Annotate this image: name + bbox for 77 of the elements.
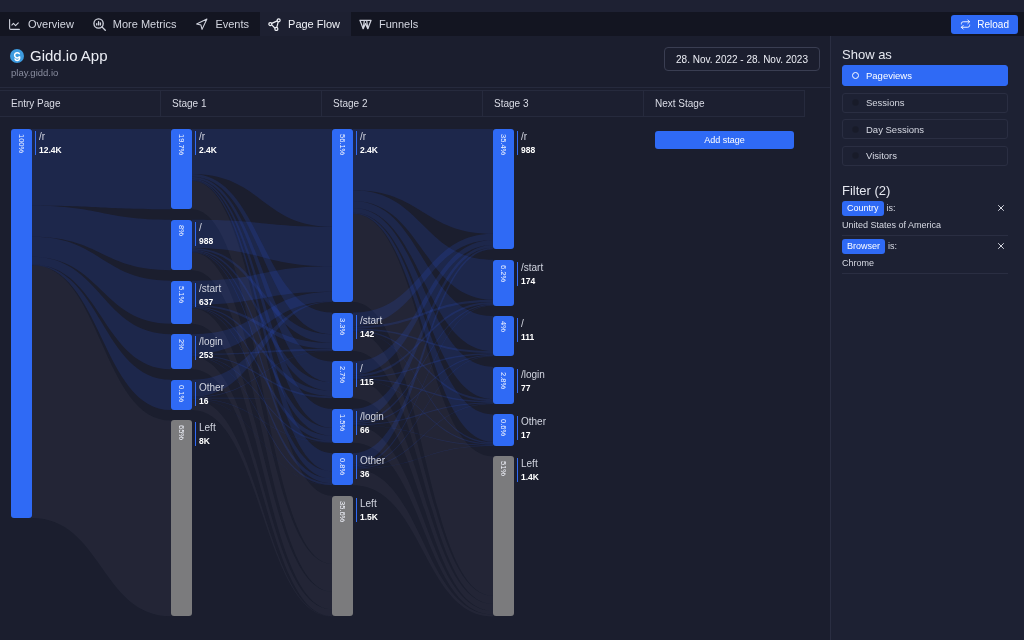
filter-field-tag: Country <box>842 200 884 216</box>
node-count: 2.4K <box>199 145 217 155</box>
node-label: / <box>360 363 364 376</box>
node-count: 17 <box>521 430 532 441</box>
repeat-arrows-icon <box>960 18 972 30</box>
filter-field-tag: Browser <box>842 238 885 254</box>
node-label: Other <box>199 381 224 394</box>
node-count: 1.4K <box>521 472 539 483</box>
stage-header: Stage 1 <box>161 90 322 117</box>
node-count: 12.4K <box>39 145 62 155</box>
nav-tab[interactable]: Page Flow <box>260 12 352 36</box>
filter-operator: is: <box>886 203 896 213</box>
stage-header: Entry Page <box>0 90 161 117</box>
remove-filter-button[interactable] <box>996 241 1006 251</box>
app-domain: play.gidd.io <box>10 67 60 78</box>
nav-tab[interactable]: Funnels <box>351 12 430 36</box>
filter-operator: is: <box>888 241 897 251</box>
node-count: 142 <box>360 328 376 339</box>
date-range-button[interactable]: 28. Nov. 2022 - 28. Nov. 2023 <box>664 47 820 71</box>
stage-header: Stage 2 <box>322 90 483 117</box>
line-chart-icon <box>8 17 21 31</box>
node-label: /r <box>199 131 207 143</box>
node-count: 1.5K <box>360 511 378 522</box>
node-label: /start <box>360 314 383 327</box>
reload-button[interactable]: Reload <box>951 14 1018 34</box>
node-label: Other <box>360 455 385 468</box>
stage-header: Stage 3 <box>483 90 644 117</box>
show-as-option[interactable]: Visitors <box>842 145 1008 166</box>
node-count: 36 <box>360 469 371 480</box>
node-label: Left <box>199 422 216 435</box>
add-stage-button[interactable]: Add stage <box>655 131 794 149</box>
node-label: Left <box>521 458 539 471</box>
nav-tab[interactable]: Overview <box>0 12 85 36</box>
navigation-arrow-icon <box>195 17 209 31</box>
nav-tab[interactable]: More Metrics <box>84 12 188 36</box>
node-count: 988 <box>521 145 536 155</box>
node-count: 8K <box>199 436 211 447</box>
node-label: /r <box>360 131 368 143</box>
remove-filter-button[interactable] <box>996 203 1006 213</box>
node-count: 16 <box>199 395 210 406</box>
node-count: 111 <box>521 332 535 343</box>
stage-header: Next Stage <box>644 90 805 117</box>
node-count: 988 <box>199 235 214 246</box>
node-count: 77 <box>521 382 532 393</box>
show-as-title: Show as <box>842 47 893 62</box>
node-label: /start <box>199 282 222 295</box>
show-as-option[interactable]: Pageviews <box>842 65 1008 86</box>
show-as-option[interactable]: Day Sessions <box>842 119 1008 139</box>
node-count: 66 <box>360 424 371 435</box>
filter-value: Chrome <box>842 257 875 268</box>
radio-icon <box>852 72 859 79</box>
nav-tab[interactable]: Events <box>187 12 261 36</box>
close-icon <box>996 203 1006 213</box>
app-title: Gidd.io App <box>30 47 108 64</box>
node-count: 115 <box>360 377 374 388</box>
magnifier-chart-icon <box>92 17 106 31</box>
connected-nodes-icon <box>268 17 282 31</box>
show-as-option[interactable]: Sessions <box>842 92 1008 113</box>
node-count: 637 <box>199 296 215 307</box>
node-label: /login <box>199 336 223 349</box>
node-label: Left <box>360 497 378 510</box>
funnel-icon <box>359 17 373 31</box>
node-label: / <box>199 221 203 234</box>
filter-title: Filter (2) <box>842 182 892 198</box>
close-icon <box>996 241 1006 251</box>
node-count: 2.4K <box>360 145 378 155</box>
node-label: / <box>521 318 525 331</box>
filter-value: United States of America <box>842 219 943 230</box>
node-count: 174 <box>521 275 537 286</box>
node-label: /login <box>360 410 384 423</box>
logo-icon <box>10 48 24 63</box>
node-label: /r <box>39 131 47 143</box>
node-label: Other <box>521 416 546 429</box>
node-label: /start <box>521 261 544 274</box>
node-count: 253 <box>199 350 215 361</box>
node-label: /r <box>521 131 529 143</box>
node-label: /login <box>521 368 545 381</box>
